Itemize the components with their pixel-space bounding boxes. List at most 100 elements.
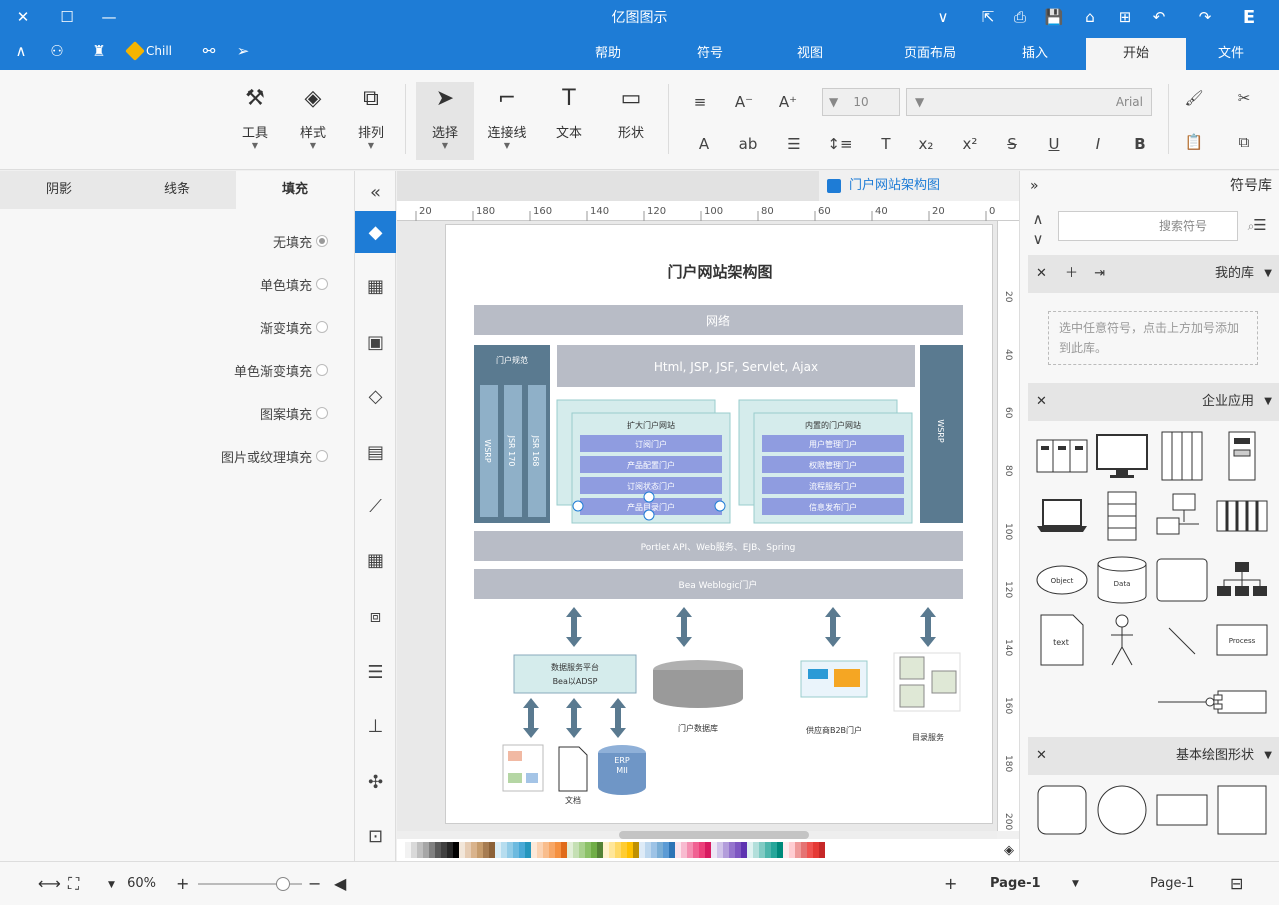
- tab-symbols[interactable]: 符号: [680, 38, 740, 70]
- selection-handle[interactable]: [572, 500, 584, 512]
- close-icon[interactable]: ✕: [1036, 748, 1047, 763]
- send-icon[interactable]: ➢: [230, 38, 256, 64]
- document-shape[interactable]: [558, 746, 588, 792]
- org-chart-icon[interactable]: ⊥: [355, 705, 396, 747]
- object-shape[interactable]: Object: [1034, 553, 1090, 607]
- laptop-shape[interactable]: [1034, 489, 1090, 543]
- paste-icon[interactable]: 📋: [1180, 130, 1208, 154]
- network-hub-shape[interactable]: [1214, 553, 1270, 607]
- section-basic-shapes[interactable]: ✕ 基本绘图形状 ▼: [1028, 737, 1279, 775]
- collapse-ribbon-icon[interactable]: ∧: [8, 38, 34, 64]
- text-note-shape[interactable]: text: [1034, 613, 1090, 667]
- rounded-rect-shape[interactable]: [1034, 783, 1090, 837]
- zoom-in-button[interactable]: +: [176, 873, 189, 895]
- save-icon[interactable]: 💾: [1041, 4, 1067, 30]
- tab-page-layout[interactable]: 页面布局: [880, 38, 980, 70]
- section-my-library[interactable]: ✕ ＋ ⇥ 我的库 ▼: [1028, 255, 1279, 293]
- fill-option-gradient[interactable]: 渐变填充: [260, 317, 328, 337]
- fill-bucket-icon[interactable]: ◈: [999, 843, 1019, 858]
- tab-line[interactable]: 线条: [118, 171, 236, 209]
- blade-server-shape[interactable]: [1214, 489, 1270, 543]
- fill-option-none[interactable]: 无填充: [273, 231, 328, 251]
- timeline-icon[interactable]: ☰: [355, 651, 396, 693]
- presentation-icon[interactable]: ⊡: [355, 815, 396, 857]
- fill-option-solid[interactable]: 单色填充: [260, 274, 328, 294]
- fill-option-pattern[interactable]: 图案填充: [260, 403, 328, 423]
- text-format-button[interactable]: T: [872, 132, 900, 156]
- bold-button[interactable]: B: [1126, 132, 1154, 156]
- undo-icon[interactable]: ↶: [1146, 4, 1172, 30]
- tool-select[interactable]: ➤ 选择 ▼: [416, 82, 474, 160]
- import-icon[interactable]: ⇥: [1094, 266, 1105, 281]
- fill-icon[interactable]: ◆: [355, 211, 396, 253]
- page-selector[interactable]: Page-1: [1150, 873, 1194, 895]
- zoom-select[interactable]: ▼ 60%: [108, 873, 156, 895]
- fullscreen-icon[interactable]: ⛶: [68, 873, 79, 895]
- library-menu-icon[interactable]: ☰: [1246, 213, 1274, 237]
- grid-icon[interactable]: ▦: [355, 265, 396, 307]
- superscript-button[interactable]: x²: [956, 132, 984, 156]
- tool-shape[interactable]: ▭ 形状: [602, 82, 660, 160]
- color-swatch[interactable]: [819, 842, 825, 858]
- tool-tools[interactable]: ⚒ 工具 ▼: [226, 82, 284, 160]
- diagram-page[interactable]: 门户网站架构图 网络 门户规范 JSR 168 JSR 170 WSRP Htm…: [445, 224, 993, 824]
- puzzle-icon[interactable]: ⧈: [355, 595, 396, 637]
- page-panel-icon[interactable]: ⊟: [1230, 873, 1243, 895]
- text-case-button[interactable]: ab: [734, 132, 762, 156]
- close-icon[interactable]: ✕: [1036, 266, 1047, 281]
- selection-handle[interactable]: [643, 509, 655, 521]
- tool-connector[interactable]: ⌐ 连接线 ▼: [478, 82, 536, 160]
- page-dropdown-icon[interactable]: ▼: [1072, 873, 1079, 895]
- square-shape[interactable]: [1214, 783, 1270, 837]
- selection-handle[interactable]: [643, 491, 655, 503]
- scrollbar-thumb[interactable]: [619, 831, 809, 839]
- expand-panel-icon[interactable]: »: [1030, 171, 1039, 201]
- image-icon[interactable]: ▣: [355, 321, 396, 363]
- italic-button[interactable]: I: [1084, 132, 1112, 156]
- subscript-button[interactable]: x₂: [912, 132, 940, 156]
- fill-option-picture[interactable]: 图片或纹理填充: [221, 446, 328, 466]
- new-icon[interactable]: ⊞: [1112, 4, 1138, 30]
- strikethrough-button[interactable]: S: [998, 132, 1026, 156]
- architecture-diagram[interactable]: 门户网站架构图 网络 门户规范 JSR 168 JSR 170 WSRP Htm…: [446, 225, 994, 825]
- maximize-icon[interactable]: ☐: [54, 4, 80, 30]
- actor-shape[interactable]: [1094, 613, 1150, 667]
- minimize-icon[interactable]: —: [96, 4, 122, 30]
- underline-button[interactable]: U: [1040, 132, 1068, 156]
- redo-icon[interactable]: ↷: [1192, 4, 1218, 30]
- current-page-tab[interactable]: Page-1: [990, 873, 1041, 895]
- font-size-select[interactable]: 10 ▼: [822, 88, 900, 116]
- tool-style[interactable]: ◈ 样式 ▼: [284, 82, 342, 160]
- tab-help[interactable]: 帮助: [578, 38, 638, 70]
- apps-icon[interactable]: ⚇: [44, 38, 70, 64]
- drawing-canvas[interactable]: 门户网站架构图 网络 门户规范 JSR 168 JSR 170 WSRP Htm…: [397, 221, 997, 831]
- add-icon[interactable]: ＋: [1065, 266, 1078, 281]
- section-enterprise[interactable]: ✕ 企业应用 ▼: [1028, 383, 1279, 421]
- font-name-select[interactable]: Arial ▼: [906, 88, 1152, 116]
- tab-home[interactable]: 开始: [1086, 38, 1186, 70]
- rectangle-shape[interactable]: [1154, 783, 1210, 837]
- tab-file[interactable]: 文件: [1196, 38, 1266, 70]
- tool-arrange[interactable]: ⧉ 排列 ▼: [342, 82, 400, 160]
- collapse-panel-icon[interactable]: «: [355, 171, 396, 213]
- close-icon[interactable]: ✕: [10, 4, 36, 30]
- share-icon[interactable]: ⚯: [196, 38, 222, 64]
- line-spacing-icon[interactable]: ↕≡: [826, 132, 854, 156]
- fit-width-icon[interactable]: ⟷: [38, 873, 61, 895]
- symbol-search-input[interactable]: 搜索符号 ⌕: [1058, 211, 1254, 241]
- tab-view[interactable]: 视图: [780, 38, 840, 70]
- data-shape[interactable]: Data: [1094, 553, 1150, 607]
- mindmap-icon[interactable]: ✣: [355, 761, 396, 803]
- tab-fill[interactable]: 填充: [236, 171, 354, 209]
- tab-shadow[interactable]: 阴影: [0, 171, 118, 209]
- color-palette[interactable]: ◈: [397, 839, 1019, 861]
- print-icon[interactable]: ⎙: [1007, 4, 1033, 30]
- zoom-slider[interactable]: [198, 873, 302, 895]
- export-icon[interactable]: ⇱: [975, 4, 1001, 30]
- circle-shape[interactable]: [1094, 783, 1150, 837]
- font-color-button[interactable]: A: [690, 132, 718, 156]
- open-icon[interactable]: ⌂: [1077, 4, 1103, 30]
- scroll-down-icon[interactable]: ∨: [1024, 227, 1052, 251]
- align-icon[interactable]: ≡: [686, 90, 714, 114]
- format-painter-icon[interactable]: 🖌: [1180, 86, 1208, 110]
